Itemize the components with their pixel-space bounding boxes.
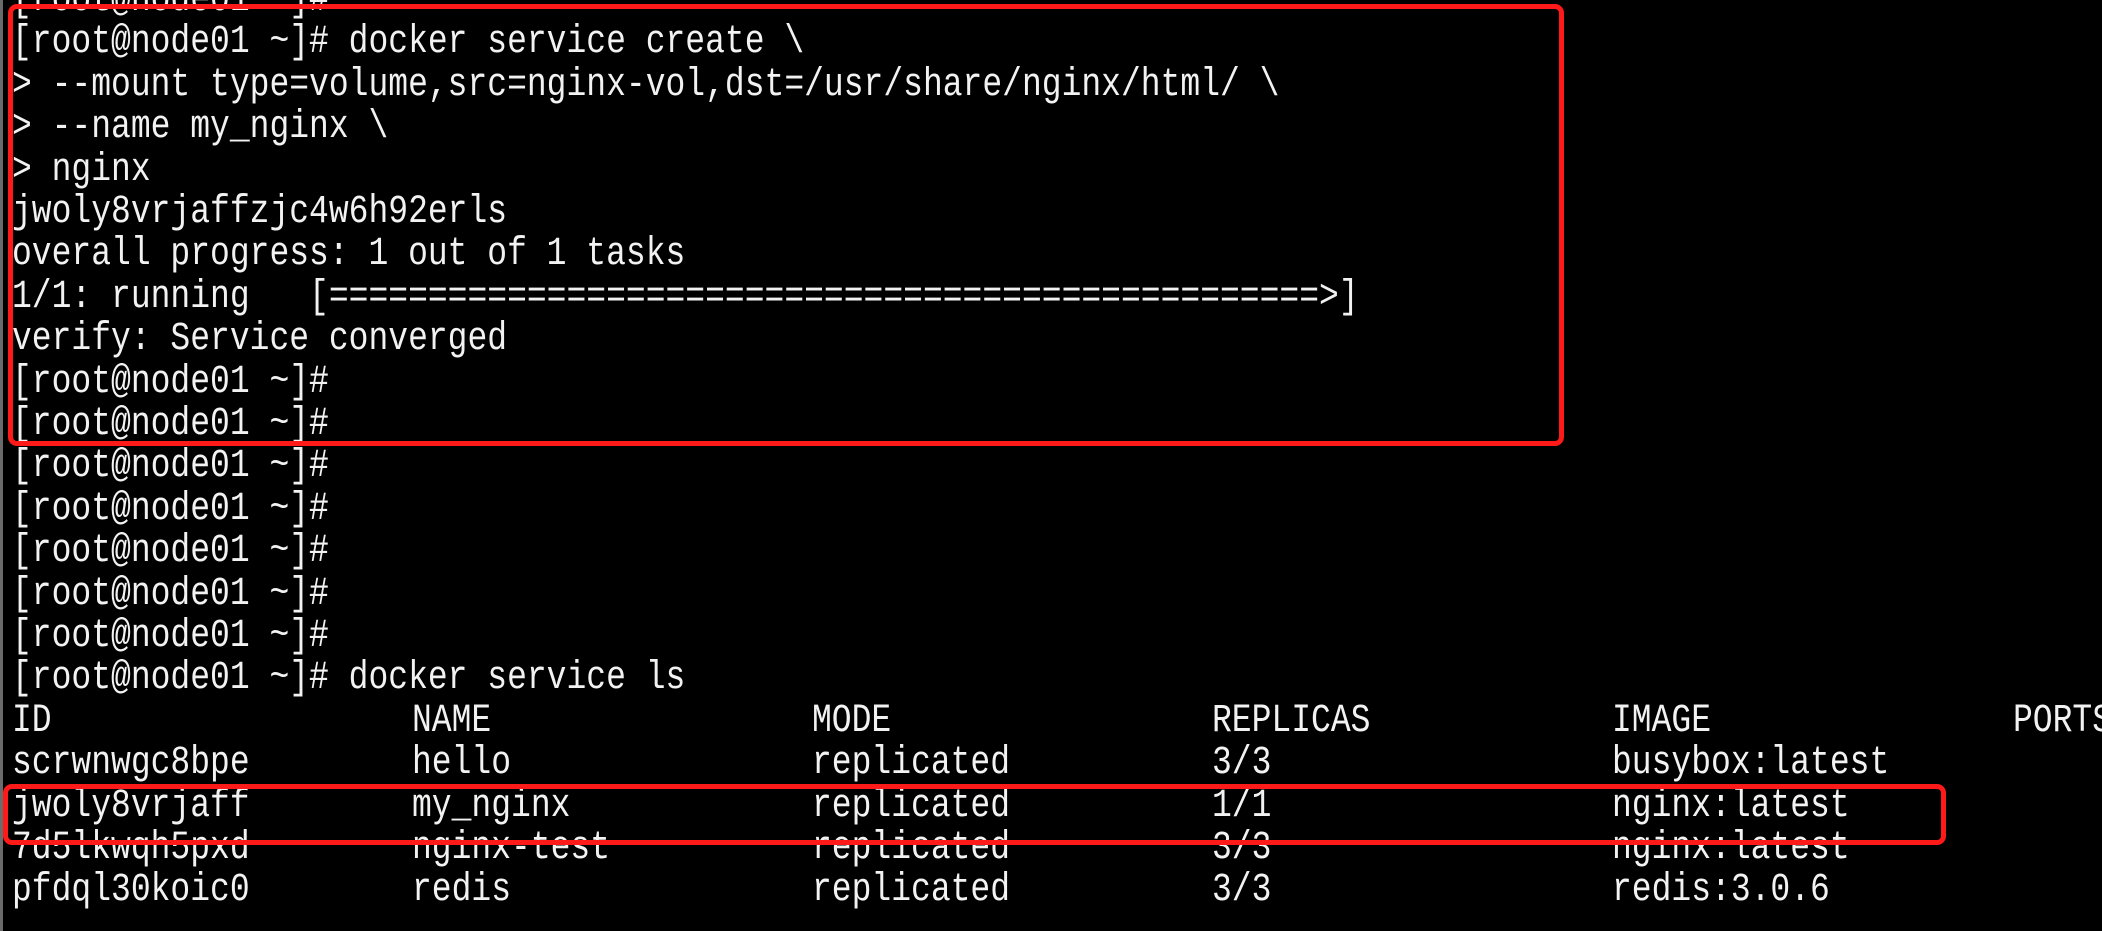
table-row: pfdql30koic0 redis replicated 3/3 redis:3.0.…	[12, 865, 2102, 916]
highlight-box-my-nginx-row	[3, 784, 1946, 845]
table-row-cell: redis:3.0.6	[1612, 867, 1830, 913]
table-row-cell: redis	[412, 867, 512, 913]
table-row-cell: replicated	[812, 867, 1011, 913]
table-row-cell: pfdql30koic0	[12, 867, 250, 913]
highlight-box-create-command	[8, 4, 1564, 446]
table-row-cell: 3/3	[1212, 867, 1272, 913]
